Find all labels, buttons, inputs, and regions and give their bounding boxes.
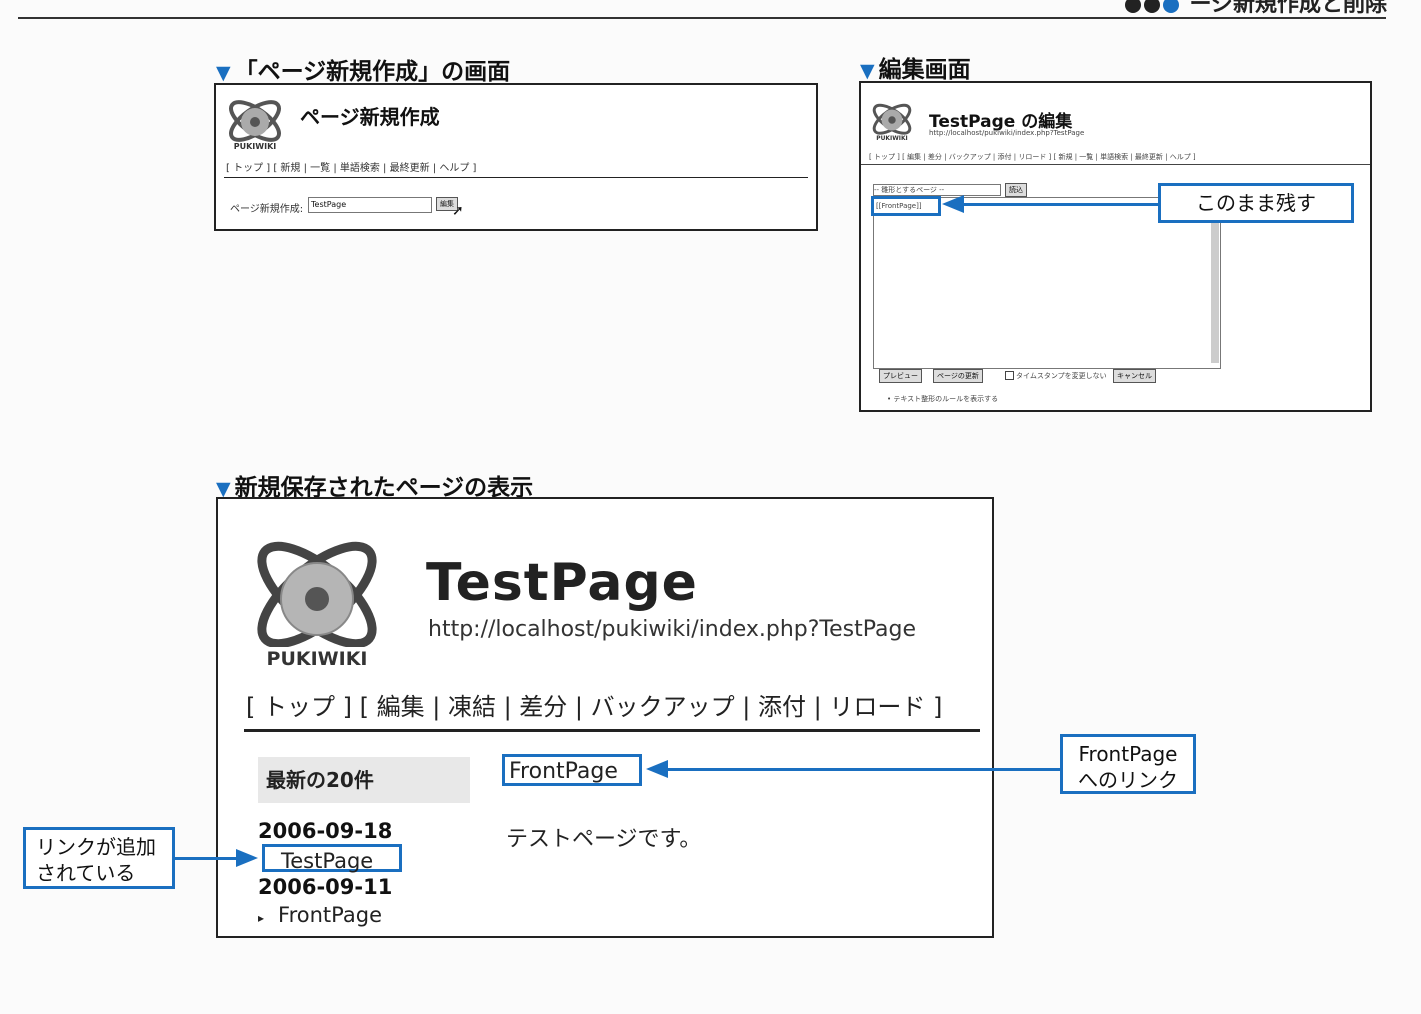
callout-frontpage-link: FrontPage へのリンク: [1060, 734, 1196, 794]
recent-date: 2006-09-11: [258, 875, 393, 899]
new-page-screen: PUKIWIKI ページ新規作成 [ トップ ] [ 新規 | 一覧 | 単語検…: [214, 83, 818, 231]
page-name-input[interactable]: TestPage: [308, 197, 432, 213]
timestamp-checkbox[interactable]: [1005, 371, 1014, 380]
dot-icon: [1124, 0, 1141, 13]
bullet-icon: ▸: [258, 911, 265, 925]
section-caption-new-page: ▼ 「ページ新規作成」の画面: [216, 59, 511, 85]
dot-icon: [1162, 0, 1179, 13]
update-button[interactable]: ページの更新: [933, 369, 983, 383]
rules-link[interactable]: • テキスト整形のルールを表示する: [887, 394, 998, 404]
load-button[interactable]: 読込: [1005, 183, 1027, 197]
timestamp-label: タイムスタンプを変更しない: [1016, 372, 1107, 380]
field-label: ページ新規作成:: [230, 204, 304, 215]
arrow-line: [175, 857, 237, 860]
callout-keep-as-is: このまま残す: [1158, 183, 1354, 223]
recent-link-testpage[interactable]: TestPage: [262, 844, 402, 873]
saved-page-screen: PUKIWIKI TestPage http://localhost/pukiw…: [216, 497, 994, 938]
triangle-down-icon: ▼: [216, 62, 231, 84]
page-title: ページ新規作成: [300, 105, 440, 129]
page-url: http://localhost/pukiwiki/index.php?Test…: [929, 129, 1085, 137]
edit-screen: PUKIWIKI TestPage の編集 http://localhost/p…: [859, 81, 1372, 412]
pukiwiki-logo: PUKIWIKI: [869, 97, 915, 143]
nav-bar[interactable]: [ トップ ] [ 編集 | 凍結 | 差分 | バックアップ | 添付 | リ…: [246, 687, 942, 722]
arrow-line: [666, 768, 1062, 771]
arrow-left-icon: [942, 195, 964, 213]
divider: [861, 164, 1370, 165]
textarea-scrollbar[interactable]: [1211, 223, 1219, 363]
recent-date: 2006-09-18: [258, 819, 393, 843]
arrow-right-icon: [236, 849, 258, 867]
header-partial-title: ージ新規作成と削除: [1124, 0, 1387, 18]
pukiwiki-logo: PUKIWIKI: [246, 525, 388, 669]
body-text: テストページです。: [506, 827, 702, 852]
triangle-down-icon: ▼: [860, 60, 875, 82]
template-select[interactable]: -- 雛形とするページ --: [873, 184, 1001, 196]
cancel-button[interactable]: キャンセル: [1113, 369, 1156, 383]
arrow-left-icon: [646, 760, 668, 778]
arrow-line: [962, 203, 1160, 206]
recent-changes-title: 最新の20件: [258, 757, 470, 803]
logo-text: PUKIWIKI: [267, 648, 368, 669]
nav-bar[interactable]: [ トップ ] [ 編集 | 差分 | バックアップ | 添付 | リロード ]…: [869, 152, 1196, 162]
preview-button[interactable]: プレビュー: [879, 369, 922, 383]
frontpage-link[interactable]: FrontPage: [502, 754, 642, 786]
divider: [244, 729, 980, 732]
recent-link-frontpage[interactable]: ▸ FrontPage: [258, 903, 382, 927]
nav-bar[interactable]: [ トップ ] [ 新規 | 一覧 | 単語検索 | 最終更新 | ヘルプ ]: [226, 159, 476, 174]
svg-text:PUKIWIKI: PUKIWIKI: [876, 135, 907, 142]
dot-icon: [1143, 0, 1160, 13]
pukiwiki-logo: PUKIWIKI: [224, 93, 286, 151]
cursor-icon: ➚: [452, 203, 464, 219]
page-title: TestPage: [426, 553, 698, 613]
divider: [224, 177, 808, 178]
svg-text:PUKIWIKI: PUKIWIKI: [234, 142, 277, 151]
page-url: http://localhost/pukiwiki/index.php?Test…: [428, 617, 917, 642]
section-caption-edit: ▼ 編集画面: [860, 57, 971, 83]
callout-link-added: リンクが追加 されている: [23, 827, 175, 889]
textarea-content-highlight: [[FrontPage]]: [871, 196, 941, 216]
